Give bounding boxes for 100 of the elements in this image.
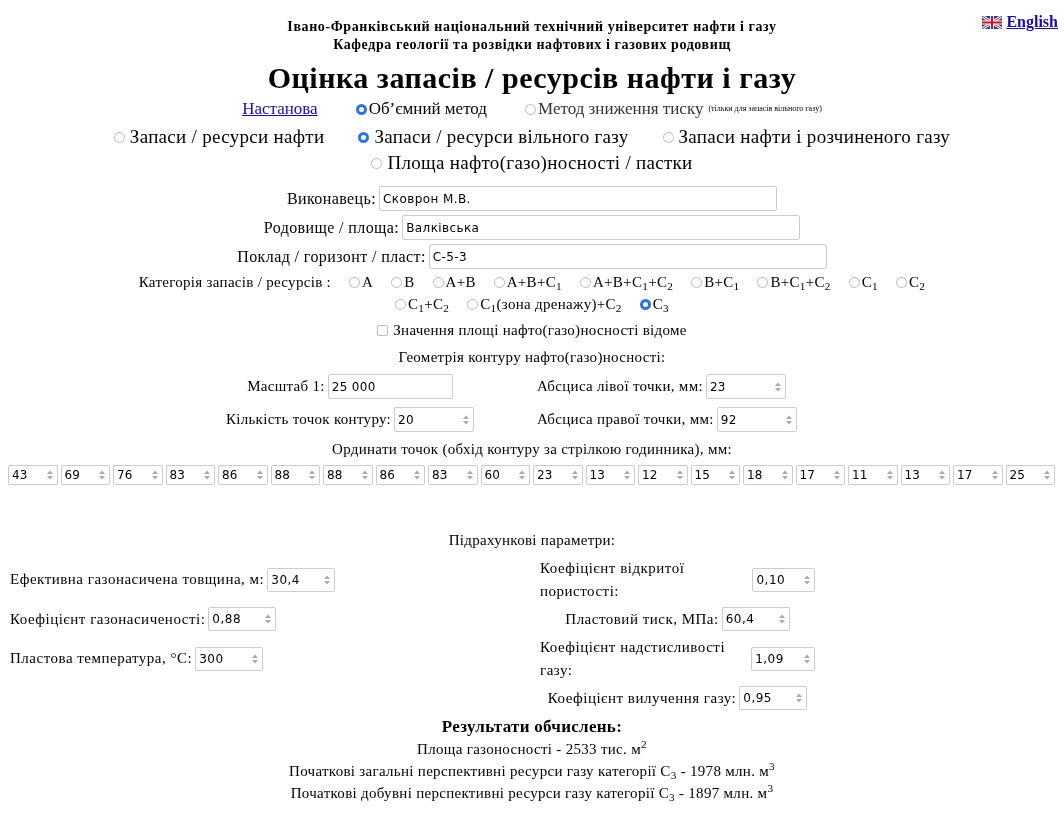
radio-button[interactable] (113, 131, 125, 143)
option-label: Запаси / ресурси вільного газу (374, 125, 629, 149)
radio-button[interactable] (358, 131, 370, 143)
method-label: Метод зниження тиску (538, 98, 704, 120)
input-field[interactable]: 18 (743, 464, 793, 485)
checkbox[interactable] (377, 324, 389, 336)
option-label: C$_{2}$ (909, 273, 926, 293)
spinner-icon[interactable] (150, 468, 159, 481)
input-field[interactable]: 83 (428, 464, 478, 485)
spinner-icon[interactable] (1043, 468, 1051, 481)
spinner-icon[interactable] (773, 380, 782, 393)
spinner-icon[interactable] (803, 652, 811, 665)
language-link[interactable]: English (982, 10, 1058, 34)
input-field[interactable]: 83 (165, 464, 215, 485)
input-field[interactable]: 23 (705, 374, 786, 399)
input-field[interactable]: 25 000 (327, 374, 453, 399)
spinner-icon[interactable] (938, 468, 946, 481)
option-label: A (362, 273, 374, 292)
input-field[interactable]: 0,88 (208, 607, 277, 631)
input-field[interactable]: 17 (795, 464, 845, 485)
input-field[interactable]: 60 (480, 464, 530, 485)
input-field[interactable]: 88 (323, 464, 373, 485)
field-label: Коефіцієнт надстисливості газу: (540, 638, 727, 680)
spinner-icon[interactable] (255, 468, 264, 481)
radio-button[interactable] (493, 276, 505, 288)
spinner-icon[interactable] (780, 468, 789, 481)
spinner-icon[interactable] (465, 468, 474, 481)
radio-button[interactable] (757, 276, 769, 288)
radio-button[interactable] (639, 298, 651, 310)
radio-button[interactable] (691, 276, 703, 288)
radio-button[interactable] (371, 157, 383, 169)
spinner-icon[interactable] (990, 468, 999, 481)
radio-button[interactable] (432, 276, 444, 288)
spinner-icon[interactable] (413, 468, 421, 481)
input-field[interactable]: 23 (533, 464, 583, 485)
option-label: C$_{3}$ (652, 295, 670, 315)
input-field[interactable]: 12 (638, 464, 688, 485)
spinner-icon[interactable] (98, 468, 106, 481)
spinner-icon[interactable] (264, 613, 273, 625)
section-heading: Ординати точок (обхід контуру за стрілкою годинника), мм: (331, 440, 733, 459)
input-field[interactable]: 0,10 (752, 567, 815, 592)
field-label: Пластова температура, °C: (10, 649, 193, 669)
spinner-icon[interactable] (570, 468, 579, 481)
radio-button[interactable] (391, 276, 403, 288)
spinner-icon[interactable] (518, 468, 526, 481)
input-field[interactable]: Сковрон М.В. (379, 186, 778, 211)
radio-button[interactable] (662, 131, 674, 143)
input-field[interactable]: С-5-3 (428, 244, 827, 269)
radio-button[interactable] (394, 298, 406, 310)
spinner-icon[interactable] (833, 468, 841, 481)
spinner-icon[interactable] (623, 468, 631, 481)
radio-button[interactable] (896, 276, 908, 288)
radio-button[interactable] (525, 103, 536, 115)
spinner-icon[interactable] (728, 468, 736, 481)
input-field[interactable]: 86 (375, 464, 425, 485)
input-field[interactable]: 88 (270, 464, 320, 485)
radio-button[interactable] (467, 298, 479, 310)
university-name: Івано-Франківський національний технічний університет нафти і газу (287, 18, 777, 36)
spinner-icon[interactable] (45, 468, 54, 481)
spinner-icon[interactable] (203, 468, 211, 481)
input-field[interactable]: 13 (900, 464, 950, 485)
input-field[interactable]: 11 (848, 464, 898, 485)
input-field[interactable]: 17 (953, 464, 1003, 485)
input-field[interactable]: 20 (394, 407, 475, 432)
radio-button[interactable] (349, 276, 361, 288)
spinner-icon[interactable] (360, 468, 369, 481)
input-field[interactable]: 43 (8, 464, 58, 485)
option-label: Площа нафто(газо)носності / пастки (387, 151, 693, 175)
spinner-icon[interactable] (323, 573, 332, 586)
input-field[interactable]: 30,4 (267, 567, 336, 592)
radio-button[interactable] (579, 276, 591, 288)
spinner-icon[interactable] (795, 692, 804, 704)
spinner-icon[interactable] (777, 613, 786, 625)
field-label: Кількість точок контуру: (225, 410, 392, 430)
spinner-icon[interactable] (308, 468, 316, 481)
input-field[interactable]: 60,4 (721, 607, 790, 631)
input-field[interactable]: 0,95 (739, 686, 808, 710)
input-field[interactable]: 76 (113, 464, 163, 485)
spinner-icon[interactable] (462, 413, 471, 426)
spinner-icon[interactable] (251, 652, 260, 665)
input-field[interactable]: 13 (585, 464, 635, 485)
option-label: A+B (445, 273, 476, 292)
input-field[interactable]: 92 (716, 407, 797, 432)
radio-button[interactable] (848, 276, 860, 288)
input-field[interactable]: 15 (690, 464, 740, 485)
input-field[interactable]: 69 (60, 464, 110, 485)
input-field[interactable]: 86 (218, 464, 268, 485)
input-field[interactable]: 25 (1005, 464, 1055, 485)
spinner-icon[interactable] (784, 413, 793, 426)
input-field[interactable]: Валківська (402, 215, 801, 240)
spinner-icon[interactable] (803, 573, 811, 586)
method-label: Об’ємний метод (368, 98, 487, 120)
field-label: Поклад / горизонт / пласт: (237, 246, 426, 268)
radio-button[interactable] (355, 103, 367, 115)
spinner-icon[interactable] (885, 468, 894, 481)
spinner-icon[interactable] (675, 468, 684, 481)
input-field[interactable]: 300 (195, 646, 264, 671)
instructions-link[interactable]: Настанова (242, 98, 318, 120)
field-label: Абсциса лівої точки, мм: (537, 377, 703, 397)
input-field[interactable]: 1,09 (751, 646, 815, 671)
